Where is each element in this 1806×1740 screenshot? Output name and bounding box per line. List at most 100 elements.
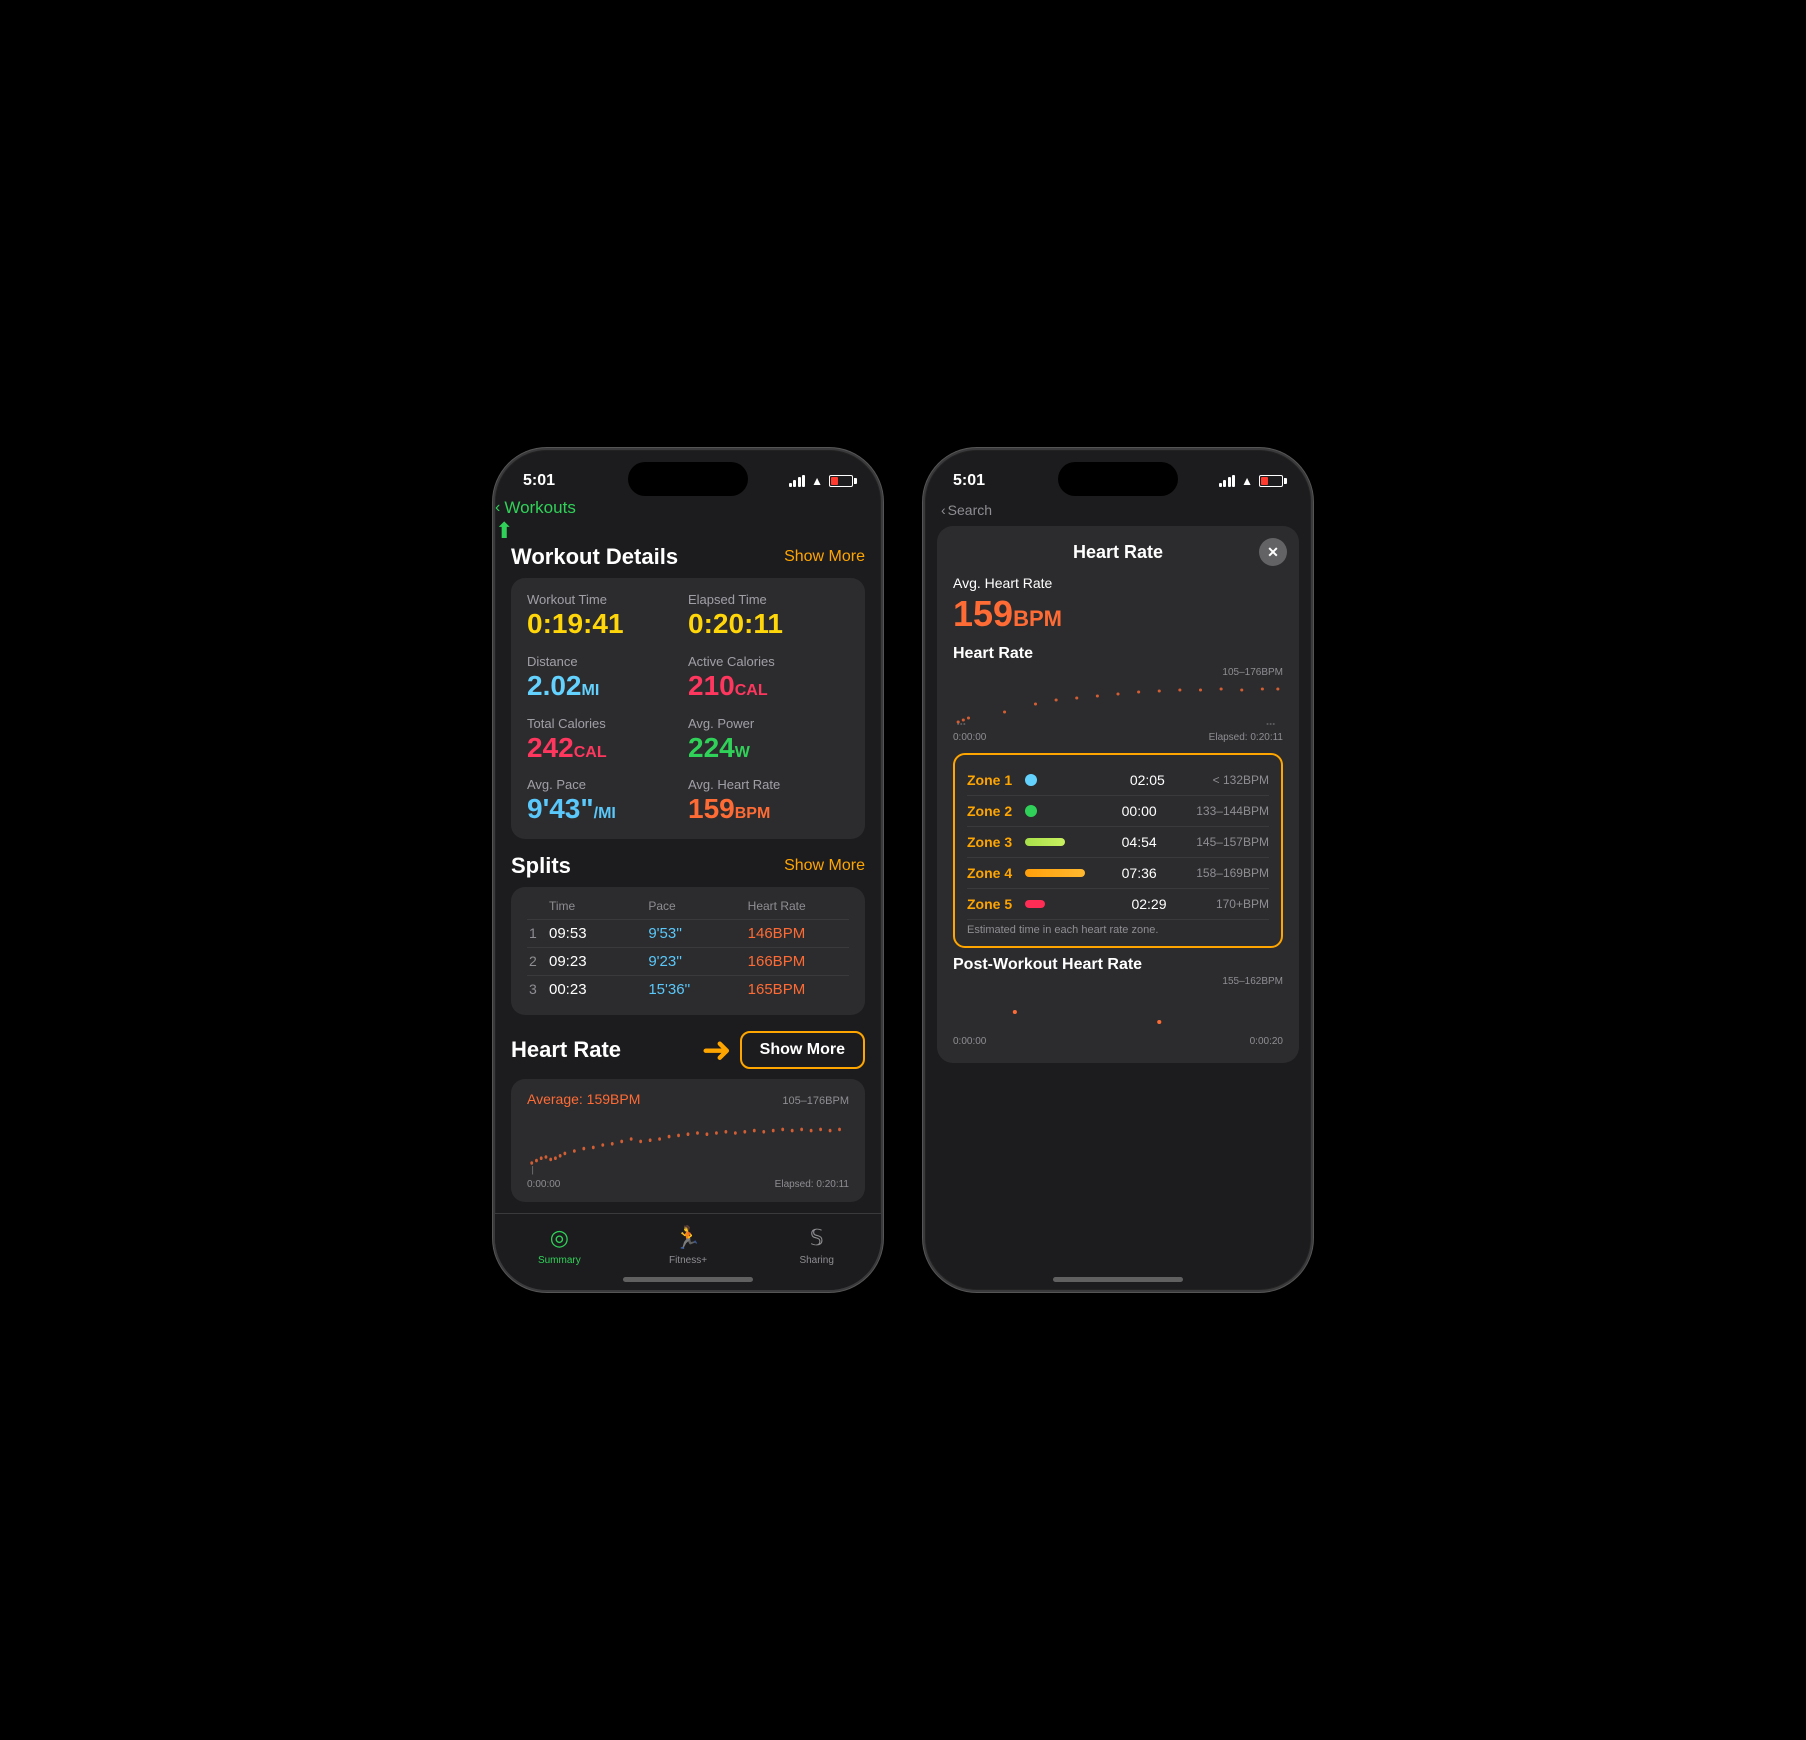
hr-mini-chart <box>953 680 1283 730</box>
zone-row-4: Zone 4 07:36 158–169BPM <box>967 858 1269 889</box>
zone-4-left: Zone 4 <box>967 865 1087 881</box>
split-2-num: 2 <box>529 953 549 970</box>
zone-1-indicator <box>1025 774 1037 786</box>
sharing-icon: 𝕊 <box>803 1224 831 1252</box>
show-more-button[interactable]: Show More <box>740 1031 865 1069</box>
heart-rate-header: Heart Rate ➜ Show More <box>511 1029 865 1071</box>
stat-workout-time: Workout Time 0:19:41 <box>527 592 688 640</box>
zone-5-name: Zone 5 <box>967 896 1017 912</box>
content-scroll-1: Workout Details Show More Workout Time 0… <box>495 544 881 1290</box>
search-nav-2: ‹ Search <box>925 498 1311 518</box>
heart-rate-modal: Heart Rate ✕ Avg. Heart Rate 159BPM Hear… <box>937 526 1299 1063</box>
status-time-1: 5:01 <box>523 472 555 490</box>
zone-4-bpm: 158–169BPM <box>1196 866 1269 880</box>
heart-rate-title: Heart Rate <box>511 1037 621 1063</box>
stat-elapsed-time: Elapsed Time 0:20:11 <box>688 592 849 640</box>
split-1-time: 09:53 <box>549 925 648 942</box>
splits-col-time: Time <box>549 899 648 913</box>
signal-bar-2-3 <box>1228 477 1231 487</box>
hr-chart-labels: 0:00:00 Elapsed: 0:20:11 <box>527 1179 849 1190</box>
zone-4-time: 07:36 <box>1122 865 1162 881</box>
splits-col-num <box>529 899 549 913</box>
tab-summary[interactable]: ◎ Summary <box>495 1224 624 1266</box>
heart-rate-card: Average: 159BPM 105–176BPM <box>511 1079 865 1202</box>
nav-bar-1: ‹ Workouts ⬆ <box>495 498 881 544</box>
hr-chart-area: | <box>527 1115 849 1175</box>
stat-label-active-cal: Active Calories <box>688 654 849 669</box>
hr-range-label: 105–176BPM <box>782 1095 849 1107</box>
signal-bar-2 <box>793 480 796 487</box>
signal-icon <box>789 475 806 487</box>
workout-details-title: Workout Details <box>511 544 678 570</box>
zone-1-bpm: < 132BPM <box>1213 773 1269 787</box>
stats-grid: Workout Time 0:19:41 Elapsed Time 0:20:1… <box>527 592 849 825</box>
hr-avg-number: 159 <box>953 593 1013 634</box>
stat-total-calories: Total Calories 242CAL <box>527 716 688 764</box>
share-icon[interactable]: ⬆ <box>495 518 513 543</box>
stat-value-avg-power: 224W <box>688 733 849 764</box>
split-3-pace: 15'36'' <box>648 981 747 998</box>
split-row-3: 3 00:23 15'36'' 165BPM <box>527 975 849 1003</box>
hr-chart-start: 0:00:00 <box>953 732 986 743</box>
post-workout-chart: 0:00:00 0:00:20 <box>953 987 1283 1047</box>
tab-fitness-plus[interactable]: 🏃 Fitness+ <box>624 1224 753 1266</box>
zone-2-bpm: 133–144BPM <box>1196 804 1269 818</box>
splits-title: Splits <box>511 853 571 879</box>
stat-value-active-cal: 210CAL <box>688 671 849 702</box>
hr-avg-text-label: Avg. Heart Rate <box>953 575 1283 591</box>
stat-distance: Distance 2.02MI <box>527 654 688 702</box>
stat-label-total-cal: Total Calories <box>527 716 688 731</box>
zone-row-2: Zone 2 00:00 133–144BPM <box>967 796 1269 827</box>
phone2-screen: ‹ Search Heart Rate ✕ Avg. Heart Rate 15… <box>925 498 1311 1290</box>
hr-avg-label: Average: 159BPM <box>527 1091 640 1107</box>
battery-icon <box>829 475 853 487</box>
zone-4-name: Zone 4 <box>967 865 1017 881</box>
fitness-plus-label: Fitness+ <box>669 1255 707 1266</box>
splits-col-pace: Pace <box>648 899 747 913</box>
workout-details-show-more[interactable]: Show More <box>784 548 865 566</box>
svg-text:|: | <box>532 1164 534 1175</box>
hr-start-label: 0:00:00 <box>527 1179 560 1190</box>
stat-value-avg-hr: 159BPM <box>688 794 849 825</box>
back-workouts[interactable]: ‹ Workouts <box>495 498 881 518</box>
tab-sharing[interactable]: 𝕊 Sharing <box>752 1224 881 1266</box>
split-1-pace: 9'53'' <box>648 925 747 942</box>
hr-chart-bottom-labels: 0:00:00 Elapsed: 0:20:11 <box>953 732 1283 743</box>
summary-label: Summary <box>538 1255 581 1266</box>
stat-avg-pace: Avg. Pace 9'43"/MI <box>527 777 688 825</box>
battery-fill-2 <box>1261 477 1268 485</box>
zone-5-indicator <box>1025 900 1045 908</box>
hr-elapsed-label: Elapsed: 0:20:11 <box>775 1179 849 1190</box>
hr-chart-section-label: Heart Rate <box>953 645 1283 663</box>
post-chart-start: 0:00:00 <box>953 1036 986 1047</box>
back-label: Workouts <box>504 498 576 518</box>
splits-header-row: Time Pace Heart Rate <box>527 899 849 913</box>
zone-3-left: Zone 3 <box>967 834 1087 850</box>
signal-bar-2-1 <box>1219 483 1222 487</box>
split-1-num: 1 <box>529 925 549 942</box>
hr-chart-range: 105–176BPM <box>953 667 1283 678</box>
close-button[interactable]: ✕ <box>1259 538 1287 566</box>
splits-show-more[interactable]: Show More <box>784 857 865 875</box>
phone-2: 5:01 ▲ ‹ Search Heart Rate ✕ Avg. Heart … <box>923 448 1313 1292</box>
stat-active-calories: Active Calories 210CAL <box>688 654 849 702</box>
stat-label-avg-hr: Avg. Heart Rate <box>688 777 849 792</box>
stat-avg-power: Avg. Power 224W <box>688 716 849 764</box>
signal-bar-3 <box>798 477 801 487</box>
status-bar-2: 5:01 ▲ <box>925 450 1311 498</box>
stat-avg-hr: Avg. Heart Rate 159BPM <box>688 777 849 825</box>
signal-bar-4 <box>802 475 805 487</box>
search-back-label-2: Search <box>948 502 992 518</box>
splits-card: Time Pace Heart Rate 1 09:53 9'53'' 146B… <box>511 887 865 1015</box>
battery-icon-2 <box>1259 475 1283 487</box>
split-3-hr: 165BPM <box>748 981 847 998</box>
zone-4-indicator <box>1025 869 1085 877</box>
split-2-time: 09:23 <box>549 953 648 970</box>
post-chart-end: 0:00:20 <box>1250 1036 1283 1047</box>
hr-card-top: Average: 159BPM 105–176BPM <box>527 1091 849 1111</box>
zone-1-time: 02:05 <box>1130 772 1170 788</box>
split-row-1: 1 09:53 9'53'' 146BPM <box>527 919 849 947</box>
stat-label-distance: Distance <box>527 654 688 669</box>
zones-note: Estimated time in each heart rate zone. <box>967 924 1269 936</box>
zone-3-time: 04:54 <box>1122 834 1162 850</box>
